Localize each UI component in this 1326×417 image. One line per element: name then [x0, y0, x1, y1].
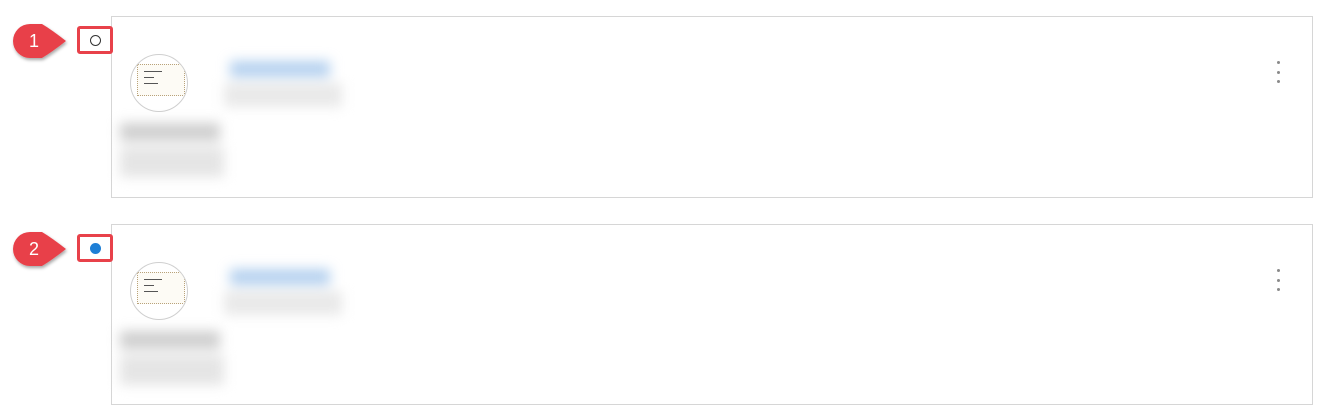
radio-highlight-1: [77, 26, 113, 54]
step-number: 2: [28, 239, 39, 259]
redacted-name: [218, 263, 348, 325]
document-thumbnail-icon: [137, 272, 185, 304]
step-callout-2: 2: [12, 231, 66, 267]
redacted-name: [218, 55, 348, 117]
step-number: 1: [28, 31, 39, 51]
step-callout-1: 1: [12, 23, 66, 59]
account-card-2[interactable]: [111, 224, 1313, 405]
more-vertical-icon[interactable]: [1272, 269, 1284, 291]
radio-button-selected[interactable]: [89, 242, 101, 254]
redacted-details: [116, 119, 232, 185]
radio-highlight-2: [77, 234, 113, 262]
redacted-details: [116, 327, 232, 393]
document-thumbnail-icon: [137, 64, 185, 96]
avatar: [130, 262, 188, 320]
more-vertical-icon[interactable]: [1272, 61, 1284, 83]
avatar: [130, 54, 188, 112]
account-card-1[interactable]: [111, 16, 1313, 198]
radio-button-unselected[interactable]: [89, 34, 101, 46]
